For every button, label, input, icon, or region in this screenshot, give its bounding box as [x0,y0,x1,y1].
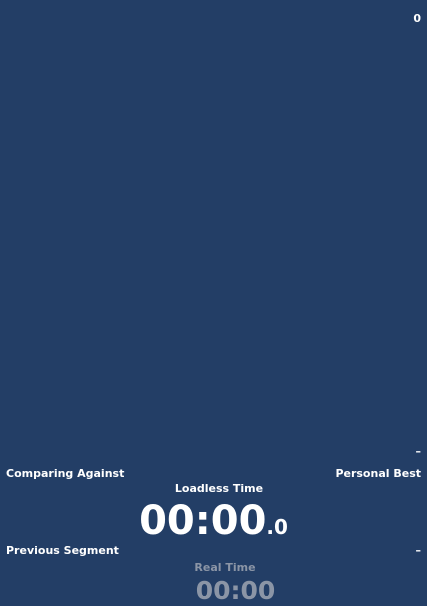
real-time-value: 00:00 [195,576,276,605]
final-split-delta: – [415,445,422,458]
previous-segment-label: Previous Segment [6,544,119,557]
timer-fraction-digits: .0 [266,515,288,539]
timer-main-digits: 00:00 [139,498,267,544]
previous-segment-value: – [415,544,422,557]
attempt-count: 0 [413,12,421,25]
loadless-time-label: Loadless Time [174,482,264,495]
comparison-value: Personal Best [335,467,421,480]
main-timer: 00:00.0 [0,499,427,543]
comparison-label: Comparing Against [6,467,125,480]
splits-area [0,0,427,440]
real-time-label: Real Time [194,561,256,574]
